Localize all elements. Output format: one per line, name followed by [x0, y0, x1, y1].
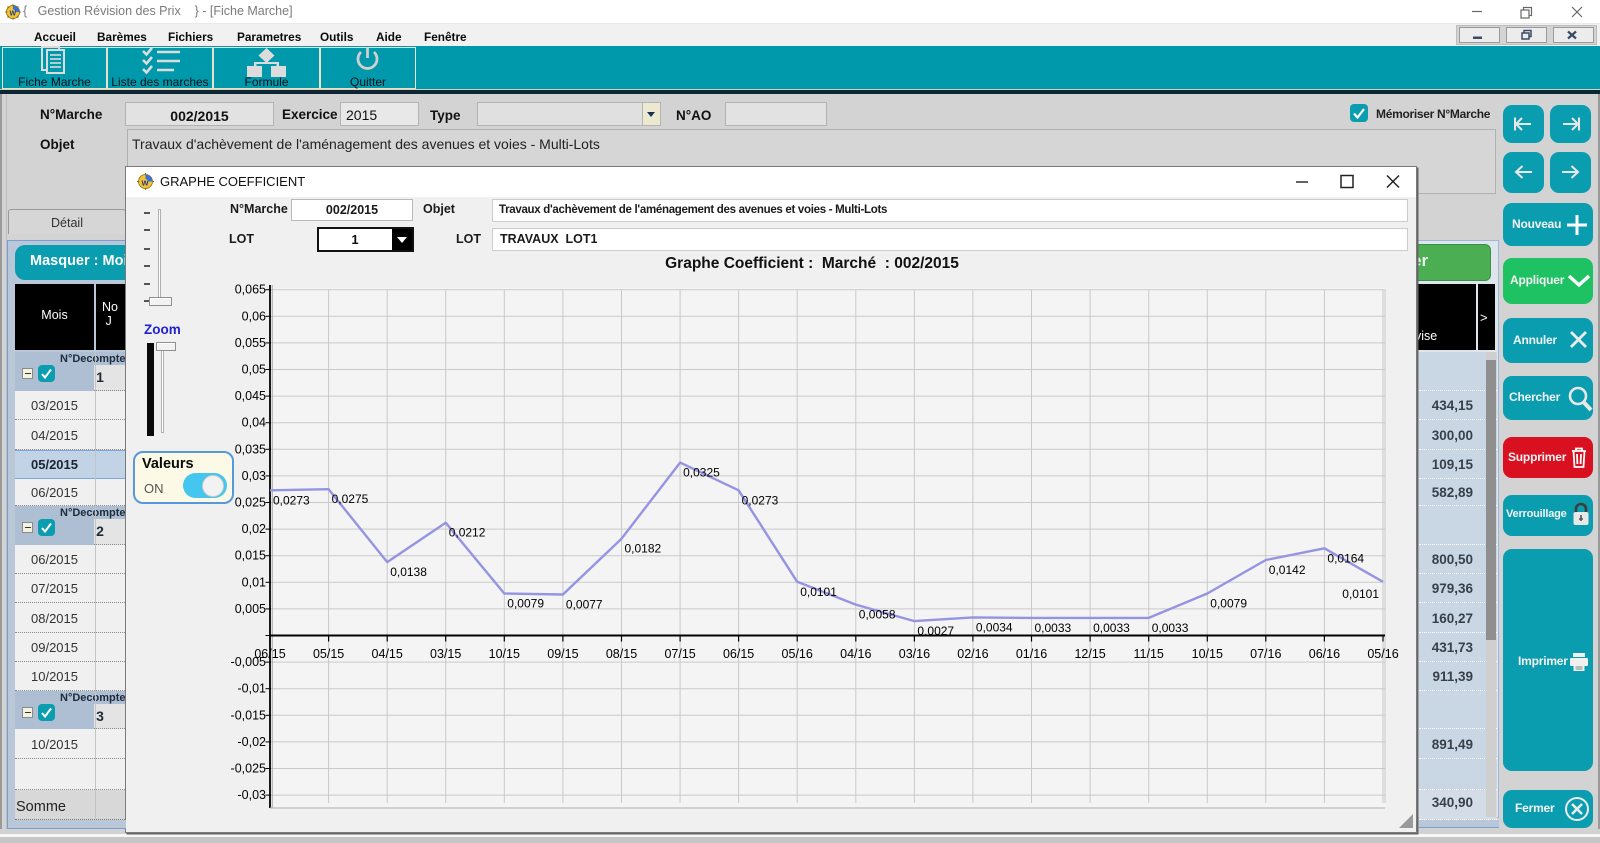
svg-text:10/15: 10/15 — [489, 647, 520, 661]
svg-text:0,005: 0,005 — [235, 602, 266, 616]
svg-text:0,0325: 0,0325 — [683, 466, 720, 480]
svg-text:-0,02: -0,02 — [238, 735, 267, 749]
svg-text:08/15: 08/15 — [606, 647, 637, 661]
svg-text:04/15: 04/15 — [372, 647, 403, 661]
svg-text:-0,015: -0,015 — [231, 708, 266, 722]
svg-text:12/15: 12/15 — [1074, 647, 1105, 661]
svg-text:0,0077: 0,0077 — [566, 598, 603, 612]
svg-text:0,0101: 0,0101 — [1342, 587, 1379, 601]
svg-text:0,0079: 0,0079 — [1210, 597, 1247, 611]
svg-text:0,03: 0,03 — [242, 469, 266, 483]
svg-text:0,04: 0,04 — [242, 416, 266, 430]
svg-text:0,055: 0,055 — [235, 336, 266, 350]
svg-text:06/15: 06/15 — [723, 647, 754, 661]
svg-text:10/15: 10/15 — [1192, 647, 1223, 661]
svg-text:07/16: 07/16 — [1250, 647, 1281, 661]
svg-text:0,045: 0,045 — [235, 389, 266, 403]
svg-text:0,0138: 0,0138 — [390, 565, 427, 579]
svg-text:0,0142: 0,0142 — [1269, 563, 1306, 577]
svg-text:0,0079: 0,0079 — [507, 597, 544, 611]
svg-text:0,0275: 0,0275 — [332, 492, 369, 506]
svg-text:0,025: 0,025 — [235, 496, 266, 510]
svg-text:06/15: 06/15 — [254, 647, 285, 661]
svg-text:0,0212: 0,0212 — [449, 526, 486, 540]
svg-text:0,0273: 0,0273 — [742, 493, 779, 507]
svg-text:0,06: 0,06 — [242, 309, 266, 323]
svg-text:0,0101: 0,0101 — [800, 585, 837, 599]
svg-text:0,0033: 0,0033 — [1152, 621, 1189, 635]
svg-text:0,0027: 0,0027 — [917, 624, 954, 638]
svg-text:04/16: 04/16 — [840, 647, 871, 661]
svg-text:07/15: 07/15 — [664, 647, 695, 661]
svg-text:-0,03: -0,03 — [238, 788, 267, 802]
svg-text:0,035: 0,035 — [235, 442, 266, 456]
svg-text:01/16: 01/16 — [1016, 647, 1047, 661]
svg-text:05/16: 05/16 — [1367, 647, 1398, 661]
svg-text:0,015: 0,015 — [235, 549, 266, 563]
svg-text:05/15: 05/15 — [313, 647, 344, 661]
svg-text:-0,01: -0,01 — [238, 682, 267, 696]
svg-text:03/16: 03/16 — [899, 647, 930, 661]
svg-text:0,0034: 0,0034 — [976, 620, 1013, 634]
svg-text:-0,025: -0,025 — [231, 762, 266, 776]
svg-text:06/16: 06/16 — [1309, 647, 1340, 661]
svg-text:05/16: 05/16 — [782, 647, 813, 661]
svg-text:0,02: 0,02 — [242, 522, 266, 536]
svg-text:0,0033: 0,0033 — [1035, 621, 1072, 635]
svg-text:0,0273: 0,0273 — [273, 493, 310, 507]
svg-text:0,0058: 0,0058 — [859, 608, 896, 622]
svg-text:0,05: 0,05 — [242, 363, 266, 377]
svg-text:0,0182: 0,0182 — [625, 542, 662, 556]
svg-text:W: W — [10, 11, 17, 18]
svg-text:11/15: 11/15 — [1134, 647, 1164, 661]
svg-text:0,0033: 0,0033 — [1093, 621, 1130, 635]
svg-text:02/16: 02/16 — [957, 647, 988, 661]
svg-text:03/15: 03/15 — [430, 647, 461, 661]
svg-text:0,01: 0,01 — [242, 575, 266, 589]
svg-text:0,0164: 0,0164 — [1327, 551, 1364, 565]
svg-text:0,065: 0,065 — [235, 283, 266, 297]
svg-text:09/15: 09/15 — [547, 647, 578, 661]
